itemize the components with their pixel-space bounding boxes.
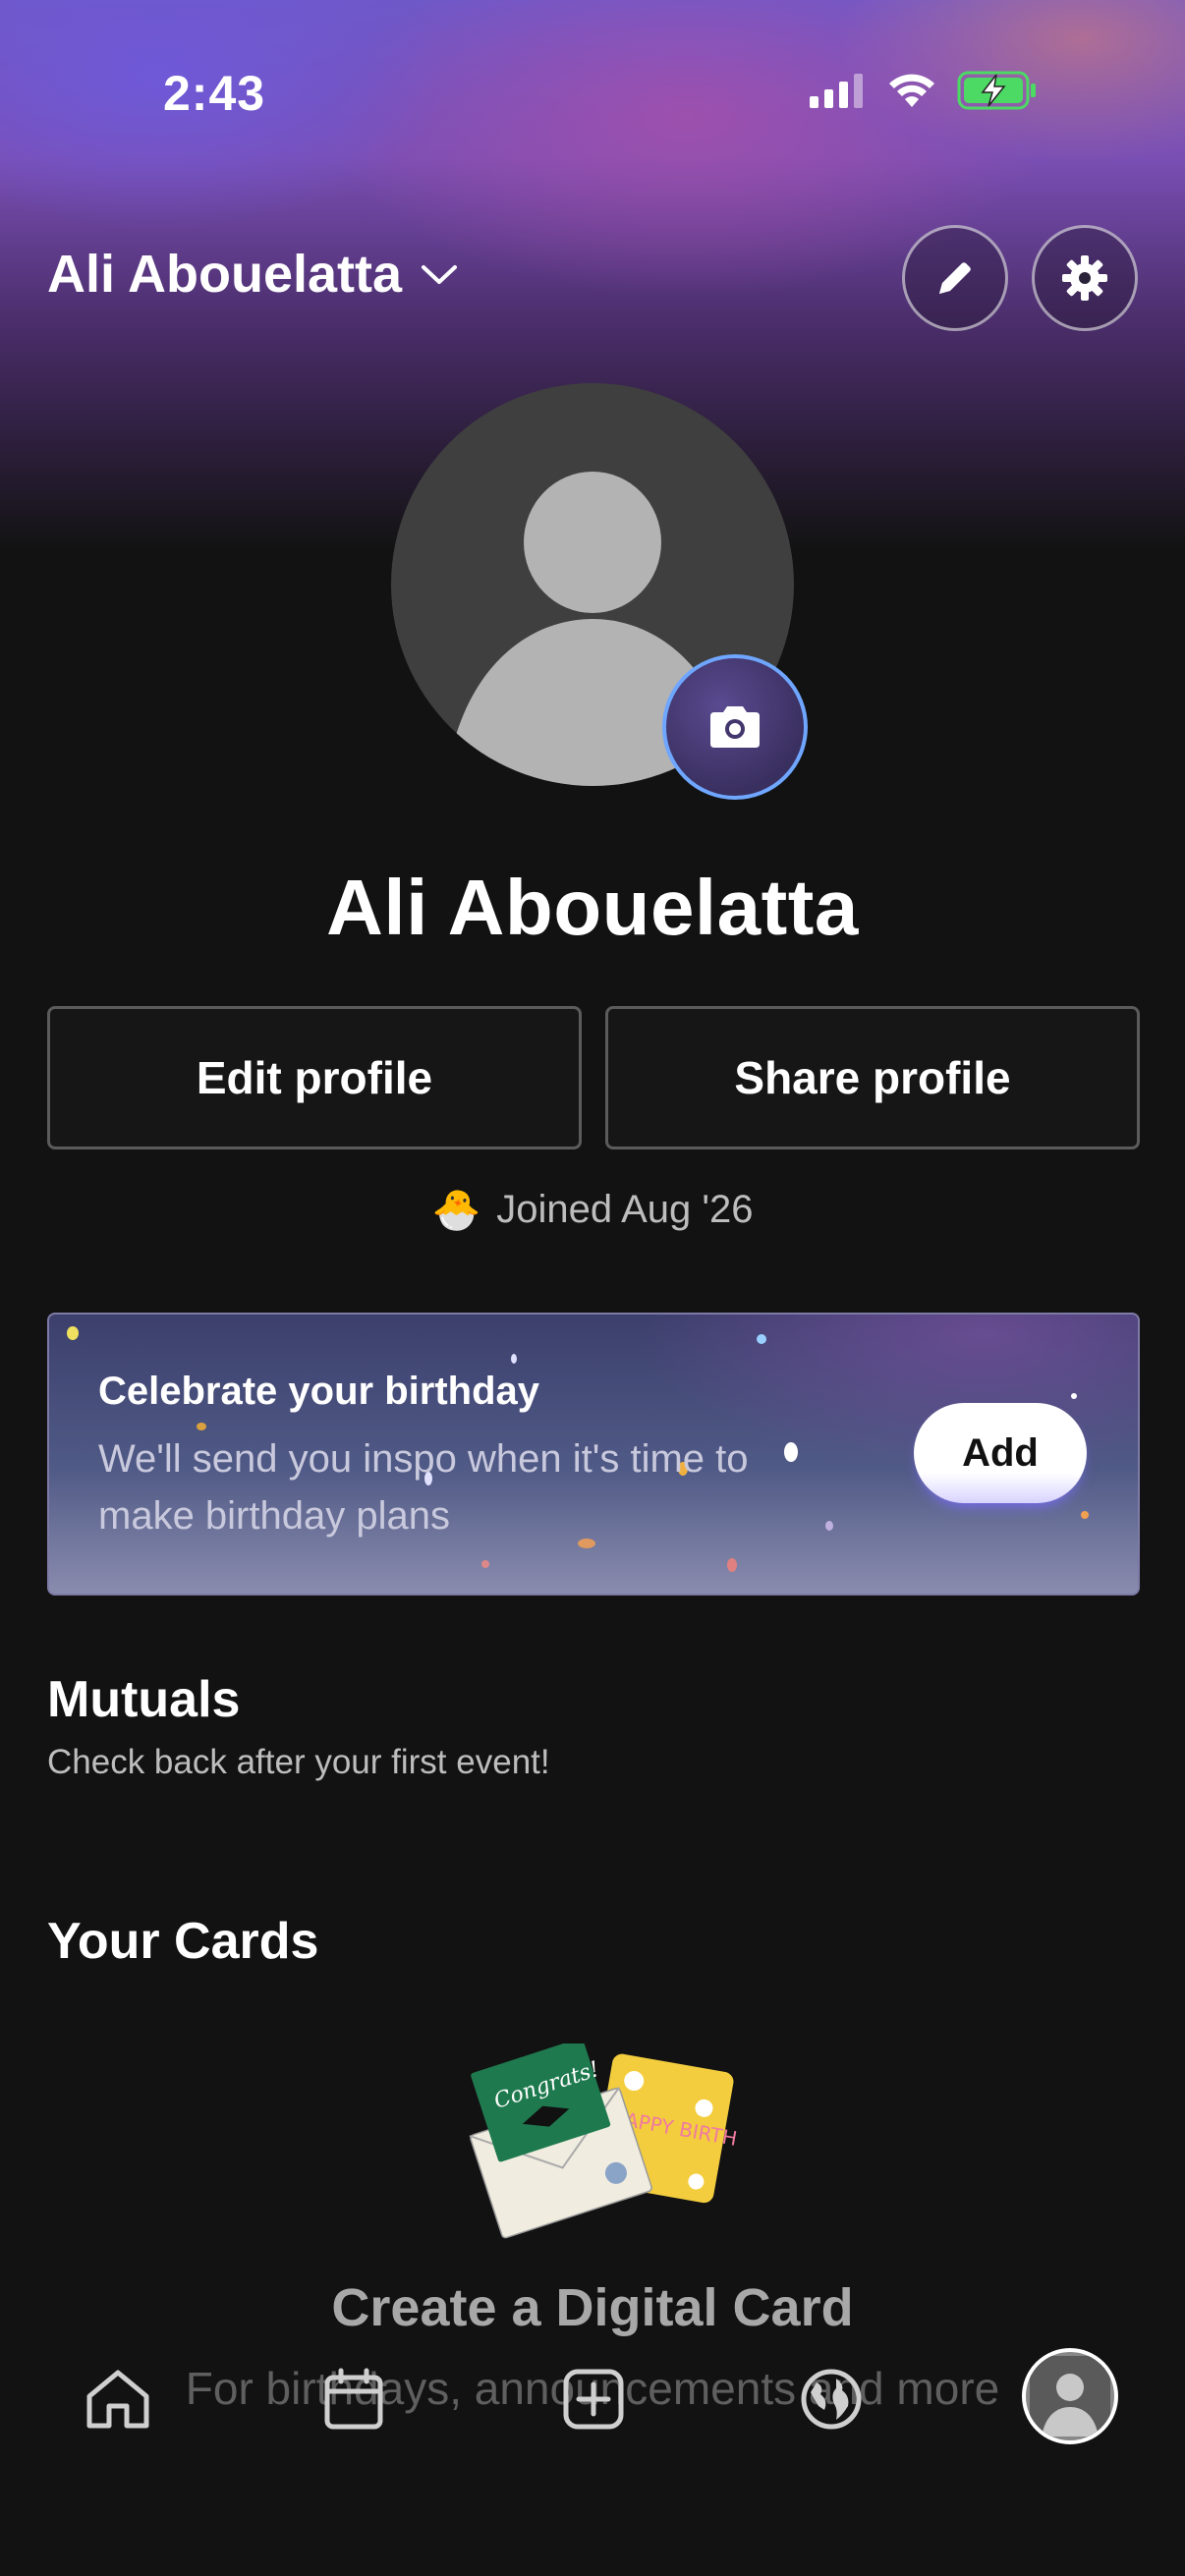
joined-info: 🐣 Joined Aug '26	[0, 1187, 1185, 1233]
cards-illustration: HAPPY BIRTHDAY Congrats!	[462, 2038, 778, 2240]
confetti	[727, 1558, 737, 1572]
account-switcher[interactable]: Ali Abouelatta	[47, 244, 459, 305]
confetti	[67, 1326, 79, 1340]
nav-explore[interactable]	[792, 2360, 871, 2438]
your-cards-title: Your Cards	[47, 1913, 319, 1970]
nav-calendar[interactable]	[314, 2360, 393, 2438]
birthday-subtitle: We'll send you inspo when it's time to m…	[98, 1437, 749, 1538]
birthday-banner: Celebrate your birthday We'll send you i…	[47, 1313, 1140, 1596]
confetti	[1081, 1511, 1089, 1519]
nav-profile[interactable]	[1022, 2348, 1118, 2444]
home-icon	[86, 2370, 149, 2429]
bottom-navigation	[0, 2338, 1185, 2456]
confetti	[757, 1334, 766, 1344]
confetti	[1071, 1393, 1077, 1399]
profile-name: Ali Abouelatta	[326, 864, 859, 951]
gear-icon	[1062, 255, 1107, 301]
nav-create[interactable]	[554, 2360, 633, 2438]
globe-icon	[801, 2369, 862, 2430]
confetti	[825, 1521, 833, 1531]
nav-home[interactable]	[79, 2360, 157, 2438]
confetti	[511, 1354, 517, 1364]
mutuals-subtitle: Check back after your first event!	[47, 1743, 550, 1781]
cellular-signal-icon	[810, 74, 863, 108]
greeting-cards-illustration: HAPPY BIRTHDAY Congrats!	[469, 2038, 778, 2239]
pencil-icon	[939, 262, 971, 294]
profile-avatar-icon	[1030, 2356, 1110, 2436]
add-birthday-button[interactable]: Add	[914, 1403, 1087, 1503]
calendar-icon	[324, 2368, 383, 2430]
confetti	[197, 1423, 206, 1430]
wifi-icon	[889, 74, 934, 107]
status-icons	[808, 71, 1038, 110]
status-time: 2:43	[163, 66, 266, 121]
camera-icon	[710, 706, 760, 748]
share-profile-button[interactable]: Share profile	[605, 1006, 1140, 1149]
change-photo-button[interactable]	[662, 654, 808, 800]
edit-button[interactable]	[902, 225, 1008, 331]
create-card-title: Create a Digital Card	[331, 2278, 854, 2337]
hatching-chick-icon: 🐣	[431, 1189, 481, 1232]
chevron-down-icon	[422, 265, 458, 284]
birthday-title: Celebrate your birthday	[98, 1370, 540, 1413]
settings-button[interactable]	[1032, 225, 1138, 331]
confetti	[481, 1560, 489, 1568]
battery-charging-icon	[957, 71, 1036, 110]
edit-profile-button[interactable]: Edit profile	[47, 1006, 582, 1149]
mutuals-title: Mutuals	[47, 1671, 241, 1728]
account-name: Ali Abouelatta	[47, 245, 403, 304]
add-icon	[563, 2369, 624, 2430]
joined-text: Joined Aug '26	[496, 1188, 754, 1231]
